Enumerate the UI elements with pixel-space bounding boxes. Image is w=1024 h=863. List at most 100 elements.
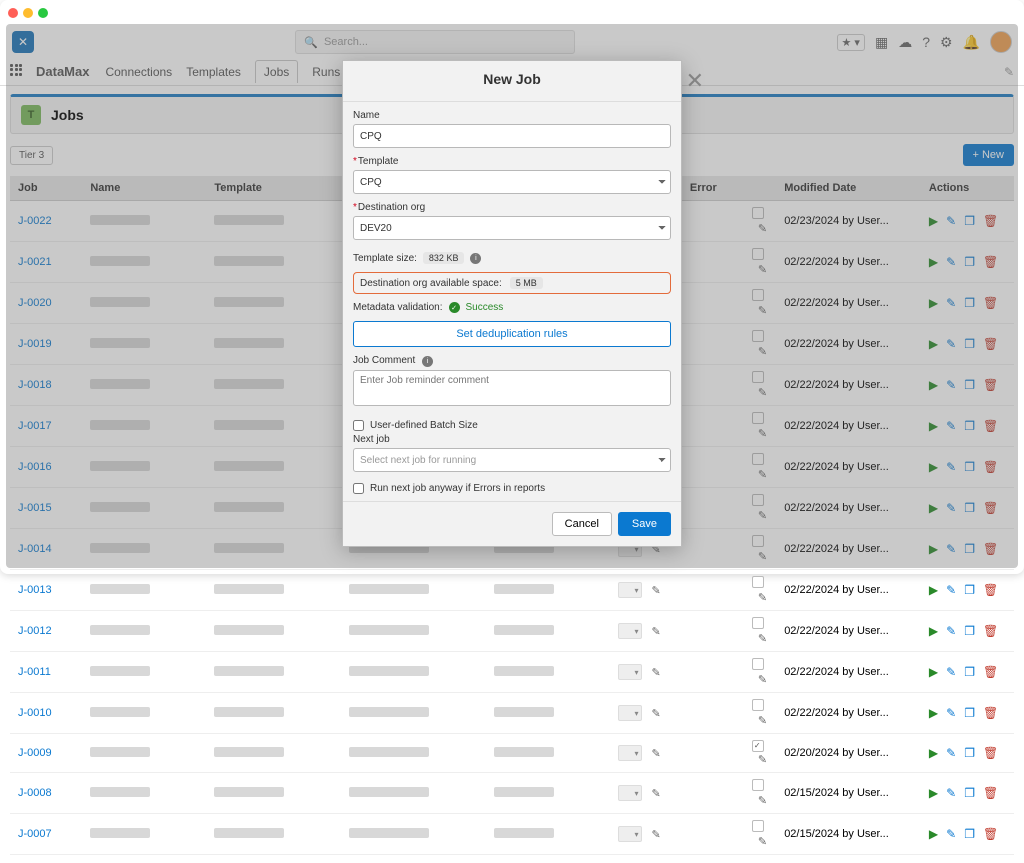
dest-org-select[interactable]: DEV20 <box>353 216 671 240</box>
play-icon[interactable]: ▶ <box>929 665 938 679</box>
edit-icon[interactable]: ✎ <box>652 828 661 841</box>
window-controls <box>0 0 1024 26</box>
modal-footer: Cancel Save <box>343 501 681 546</box>
cancel-button[interactable]: Cancel <box>552 512 612 536</box>
modal-close-button[interactable]: ✕ <box>686 68 704 94</box>
modified-date: 02/22/2024 by User... <box>776 693 921 734</box>
next-job-label: Next job <box>353 434 671 445</box>
close-window-icon[interactable] <box>8 8 18 18</box>
edit-icon[interactable]: ✎ <box>758 795 767 807</box>
edit-icon[interactable]: ✎ <box>946 827 956 841</box>
edit-icon[interactable]: ✎ <box>652 707 661 720</box>
row-checkbox[interactable] <box>752 617 764 629</box>
batch-size-checkbox[interactable] <box>353 420 364 431</box>
edit-icon[interactable]: ✎ <box>758 633 767 645</box>
dedup-rules-button[interactable]: Set deduplication rules <box>353 321 671 347</box>
info-icon[interactable]: i <box>470 253 481 264</box>
edit-icon[interactable]: ✎ <box>652 666 661 679</box>
edit-icon[interactable]: ✎ <box>758 674 767 686</box>
name-input[interactable] <box>353 124 671 148</box>
name-label: Name <box>353 110 671 121</box>
edit-icon[interactable]: ✎ <box>758 836 767 848</box>
row-checkbox[interactable] <box>752 820 764 832</box>
delete-icon[interactable]: 🗑 <box>983 583 998 597</box>
copy-icon[interactable]: ❐ <box>964 786 975 800</box>
table-row: J-0011▾✎✎02/22/2024 by User...▶✎❐🗑 <box>10 652 1014 693</box>
copy-icon[interactable]: ❐ <box>964 827 975 841</box>
copy-icon[interactable]: ❐ <box>964 706 975 720</box>
row-checkbox[interactable] <box>752 779 764 791</box>
modified-date: 02/22/2024 by User... <box>776 611 921 652</box>
edit-icon[interactable]: ✎ <box>946 624 956 638</box>
edit-icon[interactable]: ✎ <box>652 747 661 760</box>
metadata-label: Metadata validation: <box>353 302 443 313</box>
edit-icon[interactable]: ✎ <box>758 754 767 766</box>
template-size-value: 832 KB <box>423 252 465 264</box>
table-row: J-0010▾✎✎02/22/2024 by User...▶✎❐🗑 <box>10 693 1014 734</box>
delete-icon[interactable]: 🗑 <box>983 746 998 760</box>
edit-icon[interactable]: ✎ <box>946 665 956 679</box>
job-id-link[interactable]: J-0011 <box>18 666 51 678</box>
table-row: J-0012▾✎✎02/22/2024 by User...▶✎❐🗑 <box>10 611 1014 652</box>
modified-date: 02/20/2024 by User... <box>776 734 921 773</box>
edit-icon[interactable]: ✎ <box>652 787 661 800</box>
minimize-window-icon[interactable] <box>23 8 33 18</box>
play-icon[interactable]: ▶ <box>929 706 938 720</box>
row-checkbox[interactable] <box>752 699 764 711</box>
modal-title: New Job <box>343 61 681 102</box>
edit-icon[interactable]: ✎ <box>946 583 956 597</box>
copy-icon[interactable]: ❐ <box>964 583 975 597</box>
table-row: J-0008▾✎✎02/15/2024 by User...▶✎❐🗑 <box>10 773 1014 814</box>
job-id-link[interactable]: J-0013 <box>18 584 52 596</box>
row-checkbox[interactable] <box>752 740 764 752</box>
delete-icon[interactable]: 🗑 <box>983 665 998 679</box>
edit-icon[interactable]: ✎ <box>652 584 661 597</box>
modified-date: 02/22/2024 by User... <box>776 652 921 693</box>
template-label: Template <box>353 156 671 167</box>
next-job-select[interactable]: Select next job for running <box>353 448 671 472</box>
job-id-link[interactable]: J-0010 <box>18 707 52 719</box>
job-id-link[interactable]: J-0008 <box>18 787 52 799</box>
job-id-link[interactable]: J-0012 <box>18 625 52 637</box>
row-checkbox[interactable] <box>752 658 764 670</box>
info-icon[interactable]: i <box>422 356 433 367</box>
save-button[interactable]: Save <box>618 512 671 536</box>
delete-icon[interactable]: 🗑 <box>983 624 998 638</box>
delete-icon[interactable]: 🗑 <box>983 706 998 720</box>
comment-textarea[interactable] <box>353 370 671 406</box>
delete-icon[interactable]: 🗑 <box>983 827 998 841</box>
template-size-label: Template size: <box>353 253 417 264</box>
delete-icon[interactable]: 🗑 <box>983 786 998 800</box>
copy-icon[interactable]: ❐ <box>964 665 975 679</box>
play-icon[interactable]: ▶ <box>929 746 938 760</box>
copy-icon[interactable]: ❐ <box>964 746 975 760</box>
available-space-row: Destination org available space: 5 MB <box>353 272 671 294</box>
play-icon[interactable]: ▶ <box>929 827 938 841</box>
edit-icon[interactable]: ✎ <box>946 706 956 720</box>
row-checkbox[interactable] <box>752 576 764 588</box>
edit-icon[interactable]: ✎ <box>652 625 661 638</box>
batch-size-label: User-defined Batch Size <box>370 420 478 431</box>
maximize-window-icon[interactable] <box>38 8 48 18</box>
available-space-value: 5 MB <box>510 277 543 289</box>
edit-icon[interactable]: ✎ <box>946 746 956 760</box>
dest-org-label: Destination org <box>353 202 671 213</box>
play-icon[interactable]: ▶ <box>929 624 938 638</box>
run-anyway-checkbox[interactable] <box>353 483 364 494</box>
available-space-label: Destination org available space: <box>360 278 502 289</box>
job-id-link[interactable]: J-0007 <box>18 828 52 840</box>
metadata-status: Success <box>466 302 504 313</box>
edit-icon[interactable]: ✎ <box>758 592 767 604</box>
copy-icon[interactable]: ❐ <box>964 624 975 638</box>
job-id-link[interactable]: J-0009 <box>18 747 52 759</box>
table-row: J-0013▾✎✎02/22/2024 by User...▶✎❐🗑 <box>10 570 1014 611</box>
modified-date: 02/15/2024 by User... <box>776 814 921 855</box>
check-icon: ✓ <box>449 302 460 313</box>
comment-label: Job Comment i <box>353 355 671 367</box>
template-select[interactable]: CPQ <box>353 170 671 194</box>
edit-icon[interactable]: ✎ <box>758 715 767 727</box>
play-icon[interactable]: ▶ <box>929 583 938 597</box>
template-size-row: Template size: 832 KB i <box>353 248 671 268</box>
play-icon[interactable]: ▶ <box>929 786 938 800</box>
edit-icon[interactable]: ✎ <box>946 786 956 800</box>
